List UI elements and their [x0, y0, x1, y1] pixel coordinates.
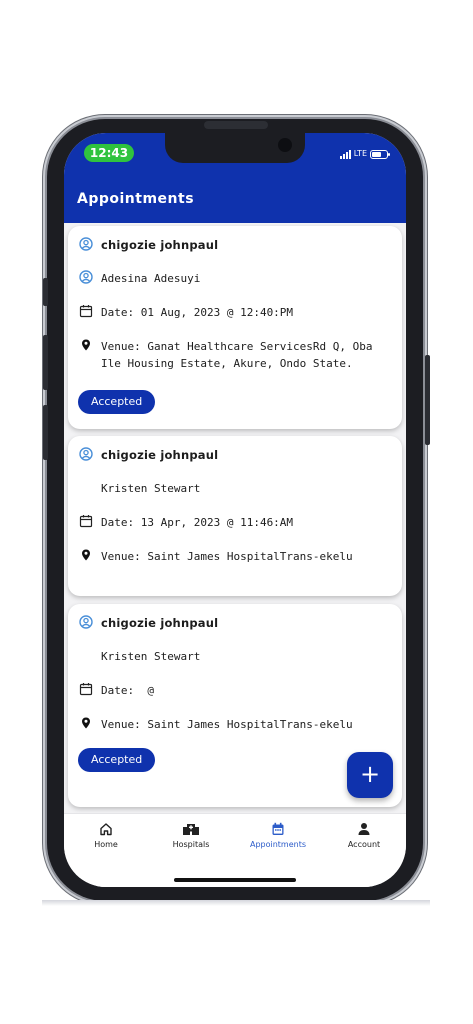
- battery-icon: [370, 149, 390, 159]
- nav-item-hospitals[interactable]: Hospitals: [151, 822, 231, 849]
- patient-name: chigozie johnpaul: [101, 616, 219, 630]
- location-pin-icon: [82, 717, 90, 729]
- camera-icon: [278, 138, 292, 152]
- bottom-nav: Home Hospitals Appointments Account: [64, 813, 406, 887]
- calendar-icon: [272, 822, 284, 835]
- person-icon: [358, 823, 370, 835]
- signal-icon: [339, 149, 351, 159]
- home-indicator[interactable]: [174, 878, 296, 882]
- calendar-icon: [79, 305, 93, 318]
- add-appointment-button[interactable]: +: [347, 752, 393, 798]
- nav-item-appointments[interactable]: Appointments: [238, 822, 318, 849]
- patient-name: chigozie johnpaul: [101, 448, 219, 462]
- hospital-icon: [183, 824, 199, 835]
- icon-placeholder: [79, 480, 93, 494]
- status-indicators: LTE: [339, 147, 390, 161]
- calendar-icon: [79, 515, 93, 528]
- status-time: 12:43: [84, 144, 134, 162]
- phone-volume-down: [43, 405, 48, 460]
- appointment-venue: Venue: Ganat Healthcare ServicesRd Q, Ob…: [101, 340, 373, 370]
- user-circle-icon: [79, 615, 93, 629]
- nav-label: Appointments: [249, 840, 307, 849]
- user-circle-icon: [79, 447, 93, 461]
- doctor-name: Kristen Stewart: [101, 482, 201, 495]
- phone-power-button: [425, 355, 430, 445]
- icon-placeholder: [79, 648, 93, 662]
- appointment-date: Date: 13 Apr, 2023 @ 11:46:AM: [101, 516, 294, 529]
- speaker-grille: [204, 121, 268, 129]
- location-pin-icon: [82, 549, 90, 561]
- appointment-list[interactable]: chigozie johnpaul Adesina Adesuyi Date: …: [64, 223, 406, 813]
- network-label: LTE: [353, 149, 367, 158]
- appointment-card[interactable]: chigozie johnpaul Adesina Adesuyi Date: …: [68, 226, 402, 429]
- phone-volume-up: [43, 335, 48, 390]
- user-circle-icon: [79, 237, 93, 251]
- phone-side-button: [43, 278, 48, 306]
- home-icon: [100, 823, 112, 836]
- status-badge: Accepted: [78, 748, 156, 772]
- appointment-date: Date: @: [101, 684, 154, 697]
- appointment-venue: Venue: Saint James HospitalTrans-ekelu: [101, 718, 353, 731]
- page-title: Appointments: [77, 191, 195, 207]
- patient-name: chigozie johnpaul: [101, 238, 219, 252]
- app-header: 12:43 LTE Appointments: [64, 133, 406, 223]
- nav-label: Hospitals: [172, 840, 210, 849]
- appointment-date: Date: 01 Aug, 2023 @ 12:40:PM: [101, 306, 294, 319]
- nav-label: Home: [94, 840, 118, 849]
- location-pin-icon: [82, 339, 90, 351]
- calendar-icon: [79, 683, 93, 696]
- notch: [165, 133, 305, 163]
- appointment-venue: Venue: Saint James HospitalTrans-ekelu: [101, 550, 353, 563]
- status-badge: Accepted: [78, 390, 156, 414]
- doctor-name: Adesina Adesuyi: [101, 272, 201, 285]
- phone-shadow: [42, 900, 430, 906]
- nav-label: Account: [347, 840, 381, 849]
- nav-item-account[interactable]: Account: [324, 822, 404, 849]
- doctor-name: Kristen Stewart: [101, 650, 201, 663]
- appointment-card[interactable]: chigozie johnpaul Kristen Stewart Date: …: [68, 436, 402, 596]
- app-screen: 12:43 LTE Appointments chigozie johnpaul…: [64, 133, 406, 887]
- nav-item-home[interactable]: Home: [66, 822, 146, 849]
- user-circle-icon: [79, 270, 93, 284]
